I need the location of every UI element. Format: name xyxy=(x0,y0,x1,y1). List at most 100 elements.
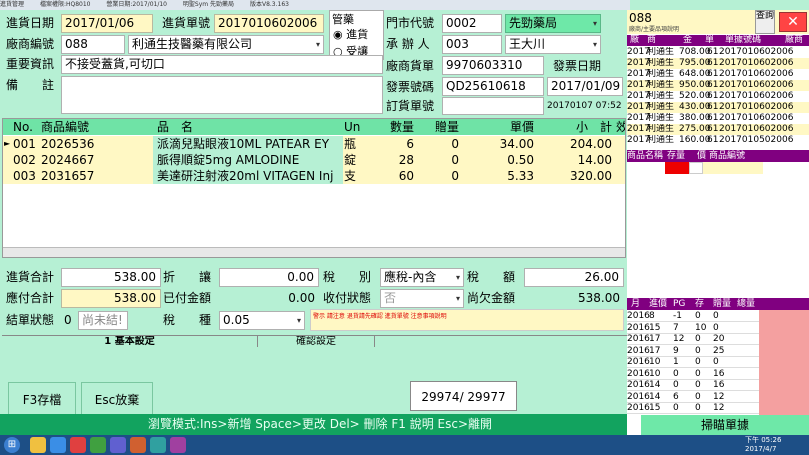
app-icon[interactable] xyxy=(130,437,146,453)
cancel-button[interactable]: Esc放棄 xyxy=(81,382,153,416)
tax-amount-field[interactable]: 26.00 xyxy=(524,268,624,287)
store-name-field[interactable]: 先勁藥局 ▾ xyxy=(505,14,601,33)
list-item[interactable]: 2016 14 0 0 16 xyxy=(627,380,759,391)
important-label: 重要資訊 xyxy=(6,57,55,71)
app-icon[interactable] xyxy=(170,437,186,453)
tax-kind-label: 稅 種 xyxy=(163,313,212,327)
list-item[interactable]: 2017 利通生 380.00 61 2017010602006 xyxy=(627,113,809,124)
received-label: 收付狀態 xyxy=(323,291,372,305)
right-cell-e: 2017010602006 xyxy=(719,124,794,134)
table-row[interactable]: 002 2024667 脈得順錠5mg AMLODINE 錠 28 0 0.50 14.00 xyxy=(3,152,625,168)
mgmt-label: 管藥 xyxy=(332,13,354,26)
right-cell-b: 利通生 xyxy=(647,58,675,68)
list-item[interactable]: 2016 17 9 0 25 xyxy=(627,345,759,357)
store-code-field[interactable]: 0002 xyxy=(442,14,502,33)
list-item[interactable]: 2017 利通生 520.00 61 2017010602006 xyxy=(627,91,809,102)
invoice-no-field[interactable]: QD25610618 xyxy=(442,77,544,96)
code-marker xyxy=(703,162,763,174)
received-field[interactable]: 否 ▾ xyxy=(380,289,464,308)
right-cell-b: 利通生 xyxy=(647,47,675,57)
browser-icon[interactable] xyxy=(50,437,66,453)
vendor-code-field[interactable]: 088 xyxy=(61,35,125,54)
right-grid-header: 廠 商 金 單 單據號碼 廠商 xyxy=(627,35,809,46)
low-cell: 20 xyxy=(713,334,725,344)
chevron-down-icon[interactable]: ▾ xyxy=(591,37,599,52)
low-cell: 17 xyxy=(649,345,661,356)
right-cell-b: 利通生 xyxy=(647,124,675,134)
list-item[interactable]: 2016 15 7 10 0 xyxy=(627,322,759,334)
right-cell-e: 2017010502006 xyxy=(719,135,794,145)
invoice-date-label: 發票日期 xyxy=(553,59,602,73)
settle-field[interactable]: 尚未結! xyxy=(78,311,128,330)
list-item[interactable]: 2017 利通生 430.00 61 2017010602006 xyxy=(627,102,809,113)
right-cell-d: 61 xyxy=(707,69,719,79)
cell-bonus: 0 xyxy=(451,137,459,151)
close-icon[interactable]: ✕ xyxy=(779,12,807,32)
radio-checked-icon: ◉ xyxy=(333,28,343,41)
app-icon[interactable] xyxy=(150,437,166,453)
in-total-field[interactable]: 538.00 xyxy=(61,268,161,287)
list-item[interactable]: 2016 8 -1 0 0 xyxy=(627,311,759,322)
list-item[interactable]: 2017 利通生 160.00 61 2017010502006 xyxy=(627,135,809,146)
chevron-down-icon[interactable]: ▾ xyxy=(314,37,322,52)
right-cell-c: 380.00 xyxy=(679,113,711,123)
tax-kind-field[interactable]: 0.05 ▾ xyxy=(219,311,305,330)
cell-qty: 6 xyxy=(406,137,414,151)
clock-date: 2017/4/7 xyxy=(745,445,777,453)
low-cell: 0 xyxy=(713,322,719,333)
low-cell: 0 xyxy=(695,391,701,402)
payable-field[interactable]: 538.00 xyxy=(61,289,161,308)
vendor-bill-field[interactable]: 9970603310 xyxy=(442,56,544,75)
list-item[interactable]: 2016 10 1 0 0 xyxy=(627,357,759,368)
low-cell: 1 xyxy=(673,357,679,367)
tab-basic[interactable]: 1 基本設定 xyxy=(2,336,257,347)
list-item[interactable]: 2017 利通生 275.00 61 2017010602006 xyxy=(627,124,809,135)
in-date-label: 進貨日期 xyxy=(6,16,55,30)
handler-code-field[interactable]: 003 xyxy=(442,35,502,54)
important-field[interactable]: 不接受蓋貨,可切口 xyxy=(61,55,383,74)
invoice-date-field[interactable]: 2017/01/09 xyxy=(547,77,623,96)
vendor-name-field[interactable]: 利通生技醫藥有限公司 ▾ xyxy=(128,35,324,54)
table-row[interactable]: 003 2031657 美達研注射液20ml VITAGEN Inj 支 60 0 5.33… xyxy=(3,168,625,184)
in-no-field[interactable]: 2017010602006 xyxy=(214,14,324,33)
right-cell-c: 430.00 xyxy=(679,102,711,112)
table-row[interactable]: ► 001 2026536 派滴兒點眼液10ML PATEAR EY 瓶 6 0 34.00 2… xyxy=(3,136,625,152)
stock-marker xyxy=(665,162,689,174)
order-no-field[interactable] xyxy=(442,97,544,115)
low-cell: 0 xyxy=(673,380,679,390)
start-icon[interactable]: ⊞ xyxy=(4,437,20,453)
low-cell: 8 xyxy=(649,311,655,321)
excel-icon[interactable] xyxy=(90,437,106,453)
discount-field[interactable]: 0.00 xyxy=(219,268,319,287)
app-icon[interactable] xyxy=(110,437,126,453)
folder-icon[interactable] xyxy=(30,437,46,453)
chevron-down-icon[interactable]: ▾ xyxy=(454,291,462,306)
col-eff: 效 xyxy=(616,119,625,135)
list-item[interactable]: 2016 10 0 0 16 xyxy=(627,368,759,380)
list-item[interactable]: 2017 利通生 708.00 61 2017010602006 xyxy=(627,47,809,58)
remark-field[interactable] xyxy=(61,76,383,114)
tab-receipt[interactable]: 確認設定 xyxy=(257,336,375,347)
in-date-field[interactable]: 2017/01/06 xyxy=(61,14,153,33)
list-item[interactable]: 2016 14 6 0 12 xyxy=(627,391,759,403)
list-item[interactable]: 2017 利通生 795.00 61 2017010602006 xyxy=(627,58,809,69)
query-button[interactable]: 查詢 xyxy=(755,10,775,34)
grid-h-scrollbar[interactable] xyxy=(3,247,625,257)
settle-label: 結單狀態 xyxy=(6,313,55,327)
rh-5: 廠商 xyxy=(785,35,804,45)
handler-name-field[interactable]: 王大川 ▾ xyxy=(505,35,601,54)
list-item[interactable]: 2016 17 12 0 20 xyxy=(627,334,759,345)
list-item[interactable]: 2017 利通生 950.00 61 2017010602006 xyxy=(627,80,809,91)
chevron-down-icon[interactable]: ▾ xyxy=(295,313,303,328)
tax-type-field[interactable]: 應稅-內含 ▾ xyxy=(380,268,464,287)
list-item[interactable]: 2016 15 0 0 12 xyxy=(627,403,759,414)
chevron-down-icon[interactable]: ▾ xyxy=(454,270,462,285)
received: 否 xyxy=(384,291,397,305)
app-icon[interactable] xyxy=(70,437,86,453)
scan-button[interactable]: 掃瞄單據 xyxy=(641,415,809,435)
chevron-down-icon[interactable]: ▾ xyxy=(591,16,599,31)
business-date: 營業日期:2017/01/10 xyxy=(106,1,167,8)
radio-in[interactable]: ◉ 進貨 xyxy=(333,26,368,42)
save-button[interactable]: F3存檔 xyxy=(8,382,76,416)
list-item[interactable]: 2017 利通生 648.00 61 2017010602006 xyxy=(627,69,809,80)
